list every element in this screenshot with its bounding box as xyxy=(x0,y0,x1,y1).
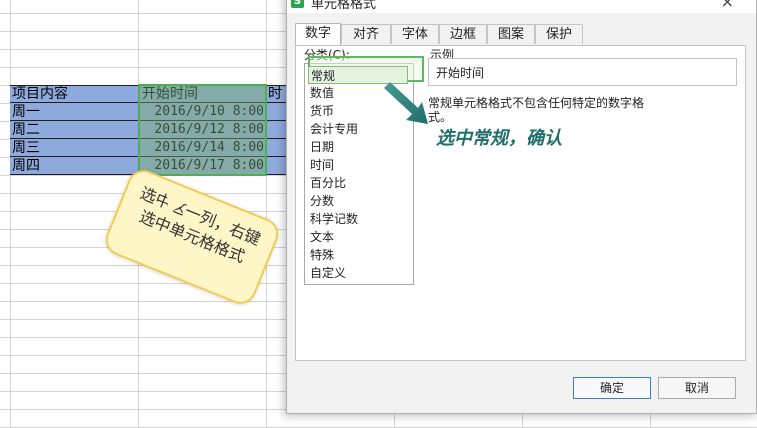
category-item-percentage[interactable]: 百分比 xyxy=(308,174,408,192)
dialog-title: 单元格格式 xyxy=(311,0,377,12)
item-cell[interactable]: 周四 xyxy=(12,157,138,175)
callout-note: 选中这一列，右键选中单元格格式 xyxy=(100,165,284,309)
item-cell[interactable]: 周三 xyxy=(12,139,138,157)
category-item-special[interactable]: 特殊 xyxy=(308,246,408,264)
selected-column-highlight xyxy=(138,84,267,176)
item-cell[interactable]: 周一 xyxy=(12,103,138,121)
number-tab-panel: 分类(C): 常规 数值 货币 会计专用 日期 时间 百分比 分数 科学记数 文… xyxy=(295,45,746,361)
header-next-cell[interactable]: 时 xyxy=(268,85,288,103)
ok-button[interactable]: 确定 xyxy=(573,377,651,399)
tab-pattern[interactable]: 图案 xyxy=(487,24,535,44)
category-item-scientific[interactable]: 科学记数 xyxy=(308,210,408,228)
tab-alignment[interactable]: 对齐 xyxy=(341,24,391,44)
header-item-cell[interactable]: 项目内容 xyxy=(12,85,138,103)
tab-border[interactable]: 边框 xyxy=(439,24,487,44)
grid-line xyxy=(10,0,11,428)
tab-protection[interactable]: 保护 xyxy=(535,24,583,44)
item-cell[interactable]: 周二 xyxy=(12,121,138,139)
category-item-custom[interactable]: 自定义 xyxy=(308,264,408,282)
spreadsheet-app-icon: S xyxy=(291,0,304,8)
dialog-titlebar[interactable]: S 单元格格式 × xyxy=(287,0,756,13)
category-item-date[interactable]: 日期 xyxy=(308,138,408,156)
sample-box: 开始时间 xyxy=(428,58,737,86)
category-item-fraction[interactable]: 分数 xyxy=(308,192,408,210)
cancel-button[interactable]: 取消 xyxy=(658,377,736,399)
category-item-text[interactable]: 文本 xyxy=(308,228,408,246)
tab-font[interactable]: 字体 xyxy=(391,24,439,44)
category-item-time[interactable]: 时间 xyxy=(308,156,408,174)
sample-value: 开始时间 xyxy=(436,66,485,80)
arrow-icon xyxy=(384,82,428,124)
callout-text: 选中这一列，右键选中单元格格式 xyxy=(136,183,264,267)
close-icon[interactable]: × xyxy=(721,0,734,11)
cell-format-dialog: S 单元格格式 × 数字 对齐 字体 边框 图案 保护 分类(C): 常规 数值… xyxy=(286,0,757,414)
instruction-annotation: 选中常规，确认 xyxy=(436,128,562,149)
format-description: 常规单元格格式不包含任何特定的数字格式。 xyxy=(428,96,645,124)
tab-number[interactable]: 数字 xyxy=(295,23,341,45)
